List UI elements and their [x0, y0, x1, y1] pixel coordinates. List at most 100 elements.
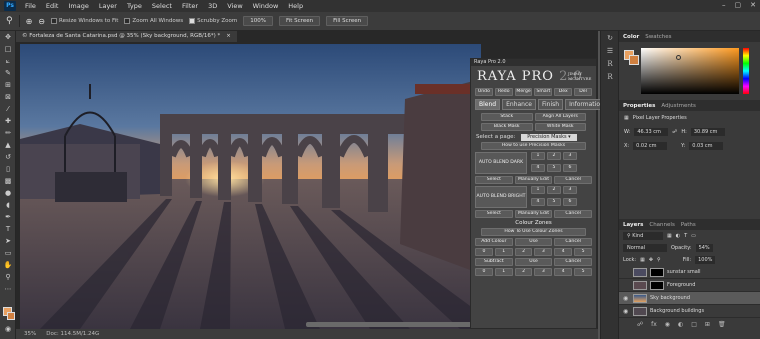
tab-swatches[interactable]: Swatches: [645, 34, 671, 40]
close-button[interactable]: ✕: [750, 1, 756, 9]
eye-icon[interactable]: ◉: [623, 295, 630, 302]
more-tools-icon[interactable]: ⋯: [0, 283, 16, 295]
quick-mask-icon[interactable]: ◉: [0, 323, 16, 335]
hue-slider[interactable]: [743, 48, 749, 94]
zoom-in-icon[interactable]: ⊕: [26, 17, 33, 26]
tab-adjustments[interactable]: Adjustments: [661, 103, 695, 109]
shape-tool-icon[interactable]: ▭: [0, 247, 16, 259]
sub-zone-0[interactable]: 0: [475, 268, 493, 276]
minimize-button[interactable]: –: [722, 1, 726, 9]
maximize-button[interactable]: ▢: [735, 1, 742, 9]
fill-screen-button[interactable]: Fill Screen: [326, 16, 369, 26]
x-field[interactable]: 0.02 cm: [633, 142, 668, 150]
group-icon[interactable]: □: [691, 321, 697, 328]
bright-cancel-button[interactable]: Cancel: [554, 210, 593, 218]
subtract-cancel-button[interactable]: Cancel: [554, 258, 593, 266]
filter-shape-icon[interactable]: ▭: [691, 233, 696, 239]
brush-tool-icon[interactable]: ✏: [0, 127, 16, 139]
path-select-icon[interactable]: ➤: [0, 235, 16, 247]
menu-edit[interactable]: Edit: [41, 2, 64, 10]
history-icon[interactable]: ↻: [601, 31, 619, 44]
tab-color[interactable]: Color: [623, 34, 639, 40]
menu-type[interactable]: Type: [122, 2, 147, 10]
add-colour-button[interactable]: Add Colour: [475, 238, 513, 246]
add-zone-0[interactable]: 0: [475, 248, 493, 256]
layer-mask-thumbnail[interactable]: [650, 267, 664, 277]
y-field[interactable]: 0.03 cm: [689, 142, 724, 150]
link-icon[interactable]: ☍: [672, 129, 677, 135]
smart-button[interactable]: Smart: [534, 88, 553, 96]
redo-button[interactable]: Redo: [494, 88, 513, 96]
subtract-use-button[interactable]: Use: [514, 258, 553, 266]
layer-row[interactable]: Foreground: [619, 279, 760, 292]
menu-image[interactable]: Image: [63, 2, 93, 10]
zoom-all-checkbox[interactable]: Zoom All Windows: [124, 18, 183, 24]
bright-num-2[interactable]: 2: [547, 186, 561, 194]
gradient-icon[interactable]: ▩: [0, 175, 16, 187]
lasso-tool-icon[interactable]: ⟀: [0, 55, 16, 67]
merge-button[interactable]: Merge: [514, 88, 533, 96]
lock-pixels-icon[interactable]: ▦: [640, 257, 645, 263]
add-zone-5[interactable]: 5: [574, 248, 592, 256]
healing-brush-icon[interactable]: ✚: [0, 115, 16, 127]
close-tab-icon[interactable]: ×: [226, 31, 231, 42]
document-tab[interactable]: © Fortaleza de Santa Catarina.psd @ 35% …: [16, 31, 237, 42]
menu-filter[interactable]: Filter: [177, 2, 203, 10]
add-zone-3[interactable]: 3: [534, 248, 553, 256]
fit-screen-button[interactable]: Fit Screen: [278, 16, 321, 26]
quick-select-icon[interactable]: ✎: [0, 67, 16, 79]
tab-enhance[interactable]: Enhance: [502, 99, 536, 110]
dodge-tool-icon[interactable]: ◖: [0, 199, 16, 211]
bright-num-4[interactable]: 4: [531, 198, 545, 206]
hand-tool-icon[interactable]: ✋: [0, 259, 16, 271]
add-use-button[interactable]: Use: [514, 238, 553, 246]
menu-3d[interactable]: 3D: [203, 2, 222, 10]
crop-tool-icon[interactable]: ⊞: [0, 79, 16, 91]
blur-tool-icon[interactable]: ●: [0, 187, 16, 199]
dark-num-6[interactable]: 6: [563, 164, 577, 172]
add-zone-4[interactable]: 4: [554, 248, 573, 256]
adjustment-layer-icon[interactable]: ◐: [678, 321, 683, 328]
tab-channels[interactable]: Channels: [649, 222, 674, 228]
raya-icon[interactable]: R: [601, 57, 619, 70]
eraser-icon[interactable]: ▯: [0, 163, 16, 175]
blend-mode-dropdown[interactable]: Normal: [623, 244, 667, 252]
pen-tool-icon[interactable]: ✒: [0, 211, 16, 223]
new-layer-icon[interactable]: ⊞: [705, 321, 710, 328]
auto-blend-dark-button[interactable]: AUTO BLEND DARK: [475, 152, 527, 174]
how-colour-button[interactable]: How To Use Colour Zones: [481, 228, 586, 236]
del-button[interactable]: Del: [574, 88, 592, 96]
add-mask-icon[interactable]: ◉: [665, 321, 670, 328]
white-mask-button[interactable]: White Mask: [534, 123, 586, 131]
dark-select-button[interactable]: Select: [475, 176, 513, 184]
tab-blend[interactable]: Blend: [475, 99, 501, 110]
dark-num-4[interactable]: 4: [531, 164, 545, 172]
fill-field[interactable]: 100%: [695, 256, 716, 264]
scrubby-zoom-checkbox[interactable]: Scrubby Zoom: [189, 18, 237, 24]
align-all-button[interactable]: Align All Layers: [534, 113, 586, 121]
color-picker-handle-icon[interactable]: [676, 55, 681, 60]
zoom-level[interactable]: 35%: [24, 331, 36, 337]
bright-num-1[interactable]: 1: [531, 186, 545, 194]
background-color-swatch[interactable]: [7, 312, 15, 320]
zoom-tool-icon[interactable]: ⚲: [0, 271, 16, 283]
stack-button[interactable]: Stack: [481, 113, 533, 121]
dark-num-5[interactable]: 5: [547, 164, 561, 172]
dex-button[interactable]: Dex: [554, 88, 573, 96]
link-layers-icon[interactable]: ☍: [637, 321, 643, 328]
sub-zone-3[interactable]: 3: [534, 268, 553, 276]
resize-windows-checkbox[interactable]: Resize Windows to Fit: [51, 18, 118, 24]
raya-panel-header[interactable]: Raya Pro 2.0: [471, 59, 596, 66]
black-mask-button[interactable]: Black Mask: [481, 123, 533, 131]
add-zone-2[interactable]: 2: [514, 248, 533, 256]
undo-button[interactable]: Undo: [475, 88, 493, 96]
bright-manual-edit-button[interactable]: Manually Edit: [514, 210, 553, 218]
add-zone-1[interactable]: 1: [494, 248, 513, 256]
bright-select-button[interactable]: Select: [475, 210, 513, 218]
fx-icon[interactable]: fx: [651, 321, 657, 328]
marquee-tool-icon[interactable]: □: [0, 43, 16, 55]
bg-color-swatch[interactable]: [629, 55, 639, 65]
document-image[interactable]: [20, 44, 481, 329]
kind-filter-dropdown[interactable]: ⚲ Kind: [623, 232, 663, 240]
layer-mask-thumbnail[interactable]: [650, 280, 664, 290]
